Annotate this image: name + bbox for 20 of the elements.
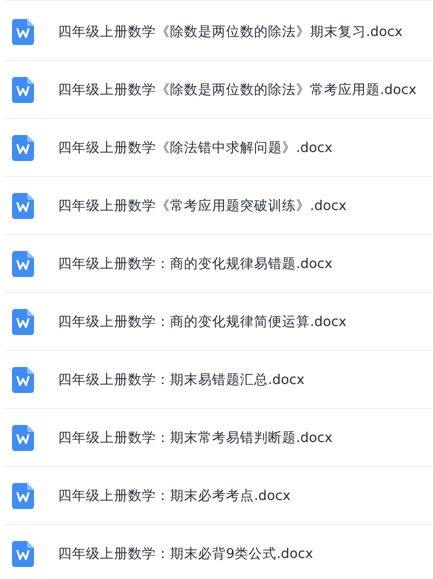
file-name[interactable]: 四年级上册数学：商的变化规律易错题.docx [58,254,333,272]
word-document-icon [12,482,34,508]
word-document-icon [12,18,34,44]
file-name[interactable]: 四年级上册数学《除法错中求解问题》.docx [58,138,333,156]
word-document-icon [12,250,34,276]
word-document-icon [12,540,34,566]
word-document-icon [12,76,34,102]
word-document-icon [12,308,34,334]
word-document-icon [12,192,34,218]
word-document-icon [12,134,34,160]
file-name[interactable]: 四年级上册数学：期末易错题汇总.docx [58,370,305,388]
file-name[interactable]: 四年级上册数学《常考应用题突破训练》.docx [58,196,347,214]
word-document-icon [12,366,34,392]
file-name[interactable]: 四年级上册数学《除数是两位数的除法》期末复习.docx [58,22,403,40]
file-name[interactable]: 四年级上册数学：期末必考考点.docx [58,486,291,504]
file-name[interactable]: 四年级上册数学：期末常考易错判断题.docx [58,428,333,446]
word-document-icon [12,424,34,450]
file-name[interactable]: 四年级上册数学：商的变化规律简便运算.docx [58,312,347,330]
file-name[interactable]: 四年级上册数学：期末必背9类公式.docx [58,544,314,562]
file-name[interactable]: 四年级上册数学《除数是两位数的除法》常考应用题.docx [58,80,417,98]
